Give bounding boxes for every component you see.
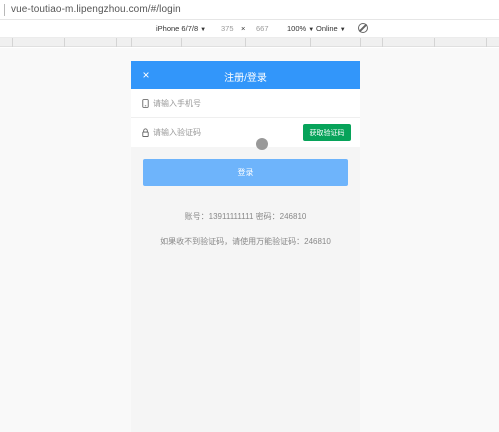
rotate-icon[interactable]: [358, 23, 368, 33]
device-name: iPhone 6/7/8: [156, 24, 199, 33]
ruler-segment: [131, 38, 132, 47]
login-page: × 注册/登录 获取验证码 登录 账号：13911111111 密码：24681…: [131, 61, 360, 432]
ruler-segment: [486, 38, 487, 47]
touch-cursor: [256, 138, 268, 150]
ruler-segment: [382, 38, 383, 47]
chevron-down-icon: ▼: [308, 27, 315, 33]
nav-bar: × 注册/登录: [131, 61, 360, 89]
account-hint: 账号：13911111111 密码：246810: [184, 212, 307, 221]
login-form: 获取验证码: [131, 89, 360, 147]
phone-icon: [142, 99, 149, 108]
zoom-select[interactable]: 100% ▼: [287, 24, 314, 33]
login-button[interactable]: 登录: [143, 159, 348, 186]
ruler-segment: [245, 38, 246, 47]
device-select[interactable]: iPhone 6/7/8 ▼: [156, 24, 206, 33]
media-query-ruler: [0, 38, 499, 47]
ruler-segment: [64, 38, 65, 47]
network-select[interactable]: Online ▼: [316, 24, 346, 33]
ruler-segment: [360, 38, 361, 47]
ruler-segment: [310, 38, 311, 47]
page-title: 注册/登录: [224, 73, 267, 84]
phone-input[interactable]: [153, 96, 293, 110]
lock-icon: [142, 128, 149, 137]
chevron-down-icon: ▼: [200, 27, 207, 33]
network-value: Online: [316, 24, 338, 33]
ruler-segment: [116, 38, 117, 47]
ruler-segment: [434, 38, 435, 47]
ruler-segment: [181, 38, 182, 47]
url-text[interactable]: vue-toutiao-m.lipengzhou.com/#/login: [11, 4, 181, 15]
address-bar: vue-toutiao-m.lipengzhou.com/#/login: [0, 0, 499, 20]
device-height-input[interactable]: 667: [256, 24, 269, 33]
code-field: 获取验证码: [131, 118, 360, 147]
universal-code-hint: 如果收不到验证码，请使用万能验证码：246810: [160, 237, 331, 246]
chevron-down-icon: ▼: [339, 27, 346, 33]
dimension-separator: ×: [241, 24, 246, 33]
ruler-segment: [12, 38, 13, 47]
phone-field: [131, 89, 360, 118]
send-code-button[interactable]: 获取验证码: [303, 124, 351, 141]
zoom-value: 100%: [287, 24, 307, 33]
device-width-input[interactable]: 375: [221, 24, 234, 33]
code-input[interactable]: [153, 125, 293, 139]
address-bar-divider: [4, 3, 5, 16]
device-toolbar: iPhone 6/7/8 ▼ 375 × 667 100% ▼ Online ▼: [0, 20, 499, 38]
